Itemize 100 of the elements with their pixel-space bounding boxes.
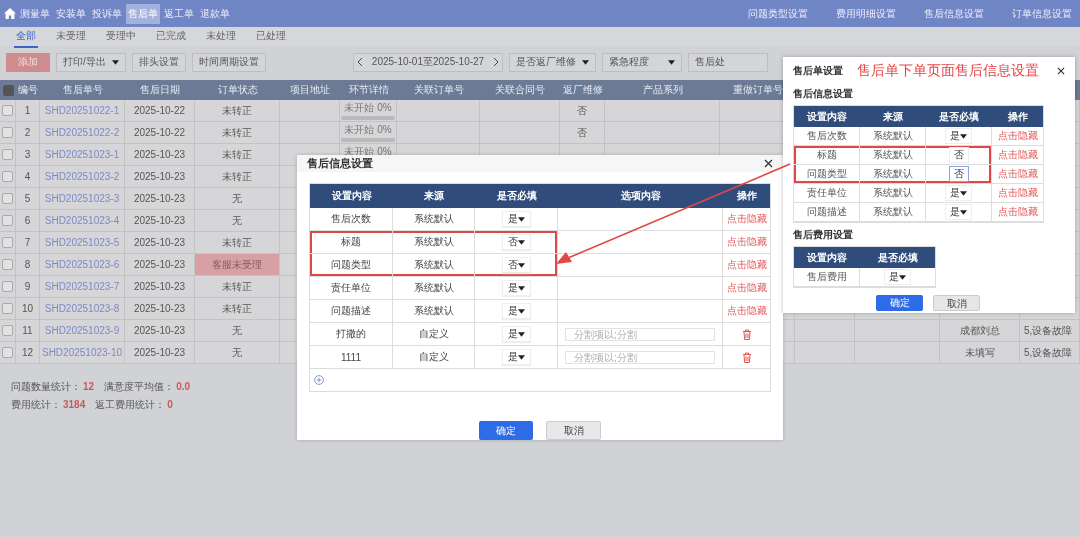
settings-link[interactable]: 订单信息设置 (1012, 6, 1072, 21)
required-select[interactable]: 是 (945, 204, 972, 220)
filter-tab[interactable]: 未受理 (54, 25, 88, 48)
order-link[interactable]: SHD20251022-2 (44, 127, 120, 138)
hide-link[interactable]: 点击隐藏 (726, 304, 767, 318)
hide-link[interactable]: 点击隐藏 (726, 258, 767, 272)
required-select[interactable]: 是 (501, 303, 531, 319)
column-header: 订单状态 (216, 83, 259, 97)
export-button[interactable]: 打印/导出 (56, 52, 126, 72)
required-select[interactable]: 是 (501, 349, 531, 365)
hide-link[interactable]: 点击隐藏 (726, 281, 767, 295)
order-link[interactable]: SHD20251023-5 (44, 237, 120, 248)
required-select[interactable]: 是 (501, 326, 531, 342)
add-button[interactable]: 添加 (6, 52, 50, 72)
hide-link[interactable]: 点击隐藏 (997, 205, 1038, 219)
column-header: 关联订单号 (412, 83, 465, 97)
column-header: 关联合同号 (494, 83, 546, 97)
table-cell: 自定义 (418, 327, 449, 341)
required-select[interactable]: 是 (884, 269, 911, 285)
required-field[interactable]: 否 (948, 166, 969, 182)
nav-tab[interactable]: 返工单 (162, 3, 196, 24)
nav-tab[interactable]: 测量单 (18, 3, 52, 24)
status-cell: 未转正 (195, 276, 280, 297)
order-link[interactable]: SHD20251023-10 (41, 347, 123, 358)
status-cell: 未转正 (195, 144, 280, 165)
column-header: 返厂维修 (561, 83, 604, 97)
order-link[interactable]: SHD20251023-1 (44, 149, 120, 160)
table-cell: 2025-10-23 (133, 325, 186, 336)
nav-tab[interactable]: 退款单 (198, 3, 232, 24)
column-header: 选项内容 (619, 189, 662, 203)
filter-dropdown[interactable]: 是否返厂维修 (509, 52, 596, 72)
table-cell: 责任单位 (331, 281, 371, 295)
table-cell: 问题类型 (806, 167, 847, 181)
order-link[interactable]: SHD20251023-7 (44, 281, 120, 292)
table-cell: 成都刘总 (959, 323, 1000, 338)
required-select[interactable]: 是 (501, 280, 531, 296)
status-cell: 未转正 (195, 298, 280, 319)
required-select[interactable]: 是 (945, 128, 972, 144)
hide-link[interactable]: 点击隐藏 (997, 186, 1038, 200)
progress-label: 未开始 0% (344, 101, 392, 115)
nav-tab[interactable]: 安装单 (54, 3, 88, 24)
settings-link[interactable]: 问题类型设置 (748, 6, 808, 21)
hide-link[interactable]: 点击隐藏 (997, 148, 1038, 162)
table-cell: 5 (24, 193, 31, 204)
table-cell: 1 (24, 105, 31, 116)
period-settings-button[interactable]: 时间周期设置 (191, 52, 266, 72)
column-header: 售后单号 (61, 83, 104, 97)
filter-tab[interactable]: 已处理 (254, 25, 288, 48)
order-link[interactable]: SHD20251022-1 (44, 105, 120, 116)
column-header: 设置内容 (806, 109, 848, 124)
filter-tab[interactable]: 未处理 (204, 25, 238, 48)
table-cell: 系统默认 (413, 304, 454, 318)
order-link[interactable]: SHD20251023-4 (44, 215, 120, 226)
nav-tab[interactable]: 售后单 (126, 3, 160, 24)
progress-label: 未开始 0% (344, 123, 392, 137)
options-input[interactable]: 分割项以;分割 (565, 350, 715, 364)
hide-link[interactable]: 点击隐藏 (726, 212, 767, 226)
filter-dropdown[interactable]: 售后处 (688, 52, 768, 72)
order-link[interactable]: SHD20251023-3 (44, 193, 120, 204)
order-link[interactable]: SHD20251023-6 (44, 259, 120, 270)
cancel-button[interactable]: 取消 (546, 421, 601, 440)
table-cell: 9 (24, 281, 31, 292)
table-cell: 系统默认 (872, 129, 913, 143)
order-link[interactable]: SHD20251023-8 (44, 303, 120, 314)
status-cell: 未转正 (195, 166, 280, 187)
filter-tab[interactable]: 受理中 (104, 25, 138, 48)
hide-link[interactable]: 点击隐藏 (997, 167, 1038, 181)
hide-link[interactable]: 点击隐藏 (726, 235, 767, 249)
filter-tab[interactable]: 已完成 (154, 25, 188, 48)
hide-link[interactable]: 点击隐藏 (997, 129, 1038, 143)
table-cell: 2025-10-23 (133, 149, 186, 160)
required-select[interactable]: 否 (501, 257, 531, 273)
table-cell: 2 (24, 127, 31, 138)
filter-tab[interactable]: 全部 (14, 25, 38, 48)
nav-tab[interactable]: 投诉单 (90, 3, 124, 24)
section-title: 售后信息设置 (793, 87, 854, 101)
order-link[interactable]: SHD20251023-2 (44, 171, 120, 182)
table-cell: 8 (24, 259, 31, 270)
column-header: 来源 (423, 189, 445, 203)
table-cell: 12 (21, 347, 34, 358)
required-field[interactable]: 否 (948, 147, 969, 163)
table-cell: 未填写 (964, 345, 995, 360)
table-cell: 标题 (341, 235, 361, 249)
table-cell: 问题类型 (331, 258, 371, 272)
table-cell: 售后费用 (806, 270, 847, 284)
order-link[interactable]: SHD20251023-9 (44, 325, 120, 336)
settings-link[interactable]: 费用明细设置 (836, 6, 896, 21)
required-select[interactable]: 是 (501, 211, 531, 227)
required-select[interactable]: 是 (945, 185, 972, 201)
confirm-button[interactable]: 确定 (479, 421, 533, 440)
cancel-button[interactable]: 取消 (933, 295, 980, 311)
required-select[interactable]: 否 (501, 234, 531, 250)
filter-dropdown[interactable]: 紧急程度 (602, 52, 682, 72)
table-cell: 责任单位 (806, 186, 847, 200)
confirm-button[interactable]: 确定 (876, 295, 923, 311)
date-range-field[interactable]: 2025-10-01至2025-10-27 (353, 52, 503, 72)
header-settings-button[interactable]: 排头设置 (131, 52, 186, 72)
options-input[interactable]: 分割项以;分割 (565, 327, 715, 341)
column-header: 产品系列 (641, 83, 684, 97)
settings-link[interactable]: 售后信息设置 (924, 6, 984, 21)
